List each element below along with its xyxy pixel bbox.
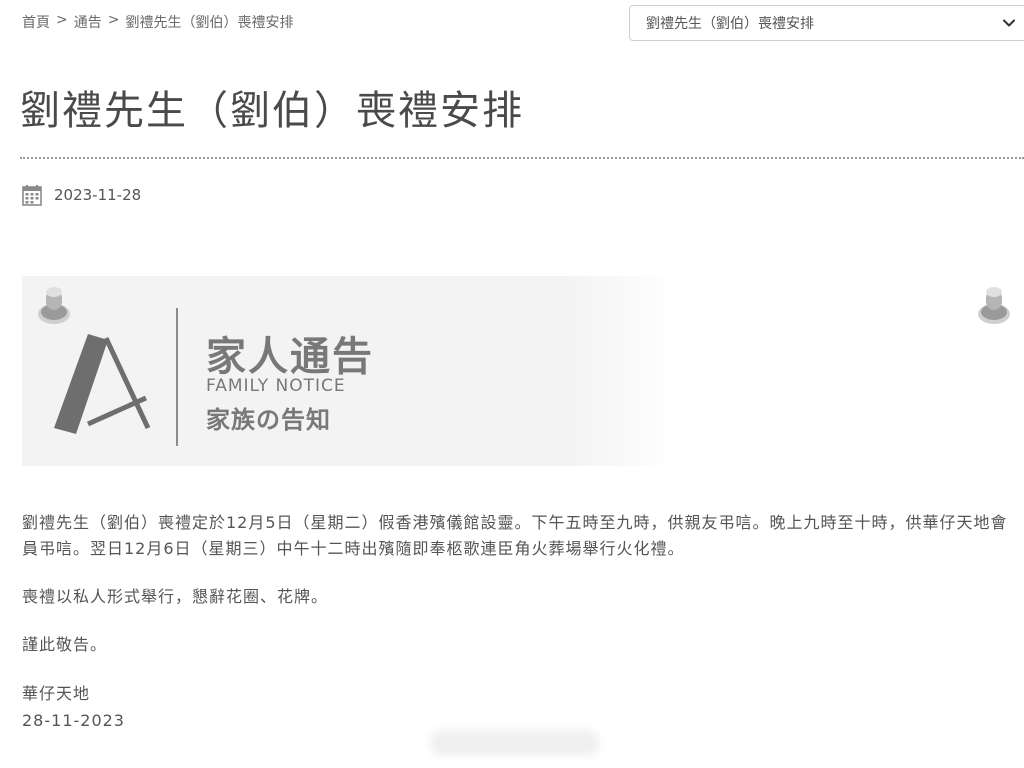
notice-title-cn: 家人通告 [206,334,374,380]
pushpin-icon [978,287,1010,324]
article-paragraph: 劉禮先生（劉伯）喪禮定於12月5日（星期二）假香港殯儀館設靈。下午五時至九時，供… [22,513,1008,558]
article-body: 劉禮先生（劉伯）喪禮定於12月5日（星期二）假香港殯儀館設靈。下午五時至九時，供… [22,510,1024,734]
breadcrumb: 首頁 > 通告 > 劉禮先生（劉伯）喪禮安排 [22,12,293,32]
breadcrumb-home-link[interactable]: 首頁 [22,12,50,32]
title-divider [20,157,1024,159]
signature: 華仔天地 [22,684,91,703]
post-date: 2023-11-28 [22,184,141,206]
page: 首頁 > 通告 > 劉禮先生（劉伯）喪禮安排 劉禮先生（劉伯）喪禮安排 劉禮先生… [0,0,1024,768]
family-notice-logo-icon [54,334,151,434]
page-title: 劉禮先生（劉伯）喪禮安排 [20,88,524,134]
breadcrumb-current: 劉禮先生（劉伯）喪禮安排 [125,15,294,31]
article-paragraph: 謹此敬告。 [22,635,108,654]
pushpin-icon [38,287,70,324]
post-date-text: 2023-11-28 [54,186,142,204]
article-paragraph: 喪禮以私人形式舉行，懇辭花圈、花牌。 [22,587,329,606]
breadcrumb-separator: > [56,12,68,28]
notice-select-value: 劉禮先生（劉伯）喪禮安排 [646,16,814,32]
notice-title-jp: 家族の告知 [206,406,331,434]
notice-title-en: FAMILY NOTICE [206,376,346,396]
chevron-down-icon [1003,19,1015,27]
breadcrumb-separator: > [107,12,120,28]
family-notice-image: 家人通告 FAMILY NOTICE 家族の告知 [22,276,1024,466]
breadcrumb-section-link[interactable]: 通告 [74,12,102,32]
calendar-icon [22,185,42,206]
notice-select-dropdown[interactable]: 劉禮先生（劉伯）喪禮安排 [629,5,1024,41]
notice-divider [176,308,178,446]
notice-fade [562,276,1024,466]
blurred-overlay [430,730,600,756]
